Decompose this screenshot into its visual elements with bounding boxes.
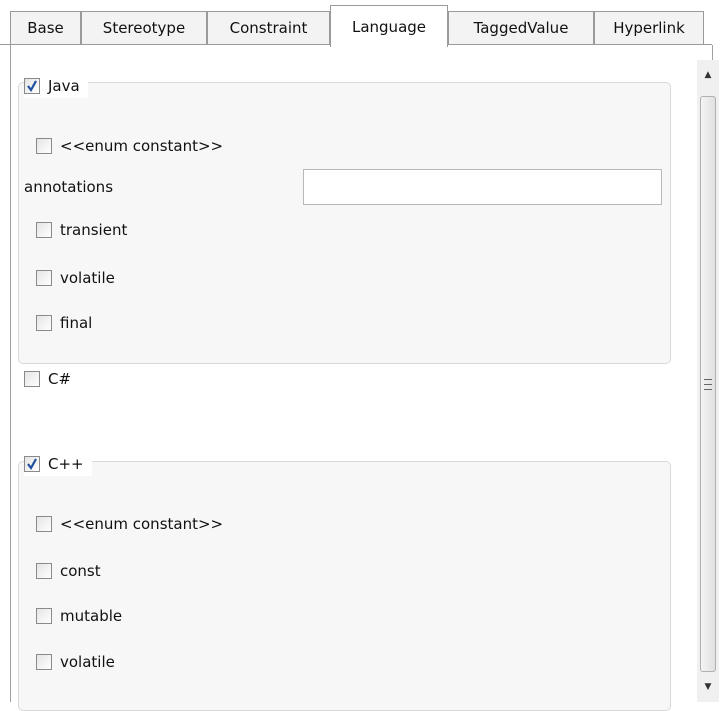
- scrollbar-thumb[interactable]: [700, 96, 716, 672]
- grip-icon: [704, 378, 712, 390]
- final-label: final: [60, 314, 93, 332]
- mutable-label: mutable: [60, 607, 123, 625]
- vertical-scrollbar[interactable]: ▲ ▼: [697, 60, 719, 702]
- csharp-checkbox[interactable]: [24, 371, 40, 387]
- tab-bar: Base Stereotype Constraint Language Tagg…: [0, 0, 726, 47]
- java-checkbox-row[interactable]: Java: [24, 74, 88, 98]
- cpp-volatile-label: volatile: [60, 653, 115, 671]
- java-volatile-checkbox[interactable]: [36, 270, 52, 286]
- const-row[interactable]: const: [36, 559, 101, 583]
- java-enum-constant-label: <<enum constant>>: [60, 137, 224, 155]
- cpp-group: [18, 461, 671, 711]
- tab-label: Base: [27, 19, 64, 37]
- transient-checkbox[interactable]: [36, 222, 52, 238]
- tab-label: TaggedValue: [473, 19, 569, 37]
- tab-constraint[interactable]: Constraint: [207, 11, 330, 44]
- java-enum-constant-checkbox[interactable]: [36, 138, 52, 154]
- tab-language[interactable]: Language: [330, 5, 448, 47]
- const-checkbox[interactable]: [36, 563, 52, 579]
- csharp-label: C#: [48, 370, 72, 388]
- mutable-row[interactable]: mutable: [36, 604, 122, 628]
- annotations-label-row: annotations: [24, 175, 113, 199]
- cpp-volatile-checkbox[interactable]: [36, 654, 52, 670]
- const-label: const: [60, 562, 101, 580]
- tab-label: Language: [351, 17, 427, 36]
- tab-hyperlink[interactable]: Hyperlink: [594, 11, 704, 44]
- final-row[interactable]: final: [36, 311, 92, 335]
- transient-label: transient: [60, 221, 128, 239]
- check-icon: [27, 80, 37, 92]
- check-icon: [27, 458, 37, 470]
- cpp-enum-constant-label: <<enum constant>>: [60, 515, 224, 533]
- cpp-label: C++: [48, 455, 84, 473]
- annotations-field[interactable]: [303, 169, 662, 205]
- scroll-up-arrow-icon[interactable]: ▲: [697, 60, 719, 90]
- transient-row[interactable]: transient: [36, 218, 127, 242]
- tab-taggedvalue[interactable]: TaggedValue: [448, 11, 594, 44]
- cpp-enum-constant-checkbox[interactable]: [36, 516, 52, 532]
- tab-stereotype[interactable]: Stereotype: [81, 11, 207, 44]
- java-enum-constant-row[interactable]: <<enum constant>>: [36, 134, 223, 158]
- scroll-down-arrow-icon[interactable]: ▼: [697, 672, 719, 702]
- annotations-label: annotations: [24, 178, 114, 196]
- java-checkbox[interactable]: [24, 78, 40, 94]
- java-volatile-label: volatile: [60, 269, 115, 287]
- cpp-volatile-row[interactable]: volatile: [36, 650, 115, 674]
- java-volatile-row[interactable]: volatile: [36, 266, 115, 290]
- cpp-enum-constant-row[interactable]: <<enum constant>>: [36, 512, 223, 536]
- mutable-checkbox[interactable]: [36, 608, 52, 624]
- final-checkbox[interactable]: [36, 315, 52, 331]
- tab-label: Constraint: [229, 19, 308, 37]
- tab-label: Hyperlink: [613, 19, 685, 37]
- cpp-checkbox[interactable]: [24, 456, 40, 472]
- tab-base[interactable]: Base: [10, 11, 81, 44]
- cpp-checkbox-row[interactable]: C++: [24, 452, 92, 476]
- csharp-row[interactable]: C#: [24, 367, 71, 391]
- java-label: Java: [48, 77, 80, 95]
- tab-label: Stereotype: [102, 19, 186, 37]
